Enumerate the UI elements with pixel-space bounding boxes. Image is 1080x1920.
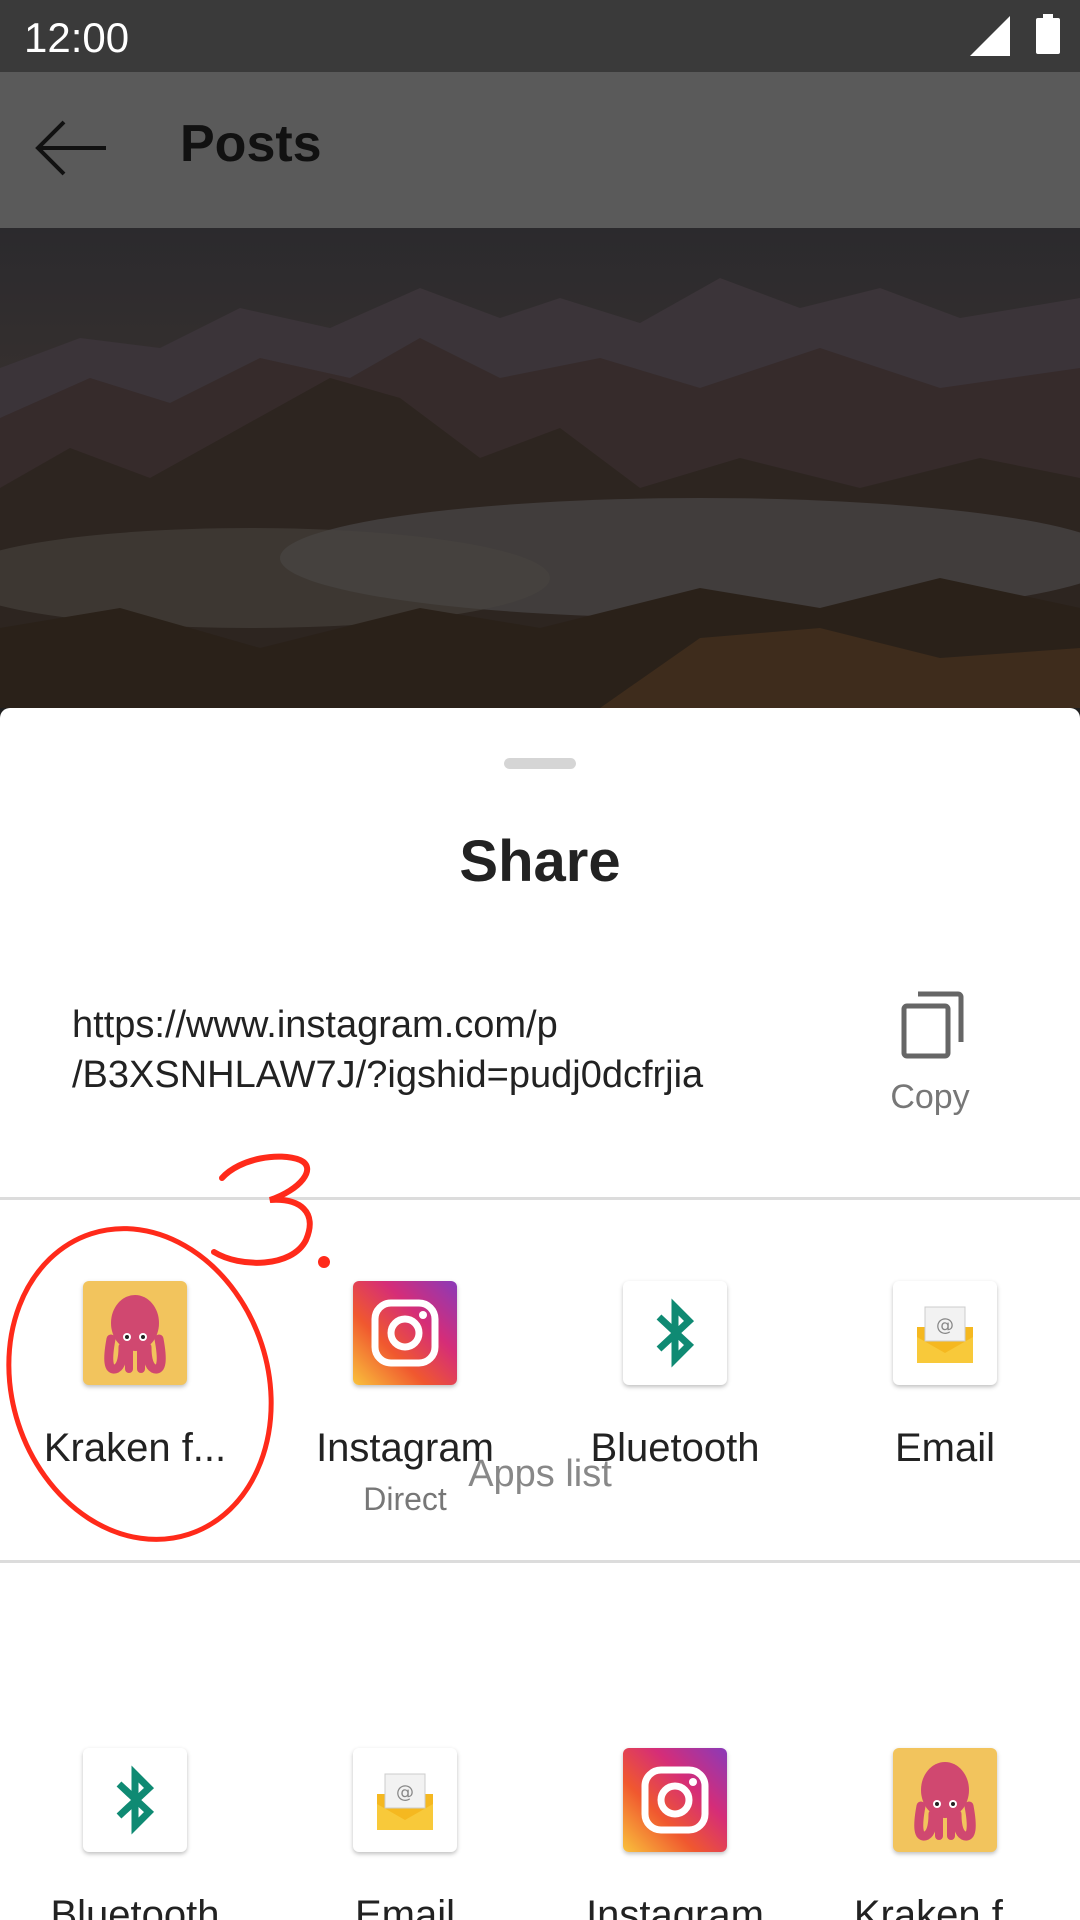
instagram-icon bbox=[353, 1281, 457, 1385]
back-arrow-icon[interactable] bbox=[34, 118, 108, 178]
copy-icon bbox=[901, 991, 964, 1059]
sheet-drag-handle[interactable] bbox=[504, 758, 576, 769]
kraken-icon bbox=[893, 1748, 997, 1852]
bluetooth-icon bbox=[83, 1748, 187, 1852]
divider bbox=[0, 1560, 1080, 1563]
apps-list-label: Bluetooth bbox=[50, 1893, 220, 1920]
apps-list-bluetooth[interactable]: Bluetooth bbox=[25, 1748, 245, 1920]
share-url: https://www.instagram.com/p /B3XSNHLAW7J… bbox=[72, 1000, 812, 1100]
email-icon: @ bbox=[353, 1748, 457, 1852]
copy-button[interactable]: Copy bbox=[880, 978, 980, 1128]
kraken-icon bbox=[83, 1281, 187, 1385]
signal-icon bbox=[970, 16, 1010, 56]
share-url-line2: /B3XSNHLAW7J/?igshid=pudj0dcfrjia bbox=[72, 1054, 704, 1096]
share-title: Share bbox=[459, 829, 621, 894]
battery-icon bbox=[1036, 14, 1060, 54]
mountain-landscape-image bbox=[0, 278, 1080, 708]
page-title: Posts bbox=[180, 115, 322, 173]
apps-list-label: Kraken f... bbox=[853, 1893, 1037, 1920]
svg-text:@: @ bbox=[396, 1782, 414, 1803]
apps-list-instagram[interactable]: Instagram bbox=[565, 1748, 785, 1920]
email-icon: @ bbox=[893, 1281, 997, 1385]
status-time: 12:00 bbox=[24, 14, 130, 61]
status-bar: 12:00 bbox=[0, 0, 1080, 72]
divider bbox=[0, 1197, 1080, 1200]
post-photo bbox=[0, 228, 1080, 708]
apps-list-email[interactable]: @ Email bbox=[295, 1748, 515, 1920]
apps-list-label: Email bbox=[354, 1893, 456, 1920]
apps-list-heading: Apps list bbox=[468, 1453, 612, 1495]
share-url-line1: https://www.instagram.com/p bbox=[72, 1004, 558, 1046]
apps-list-kraken[interactable]: Kraken f... bbox=[835, 1748, 1055, 1920]
share-bottom-sheet: Share https://www.instagram.com/p /B3XSN… bbox=[0, 708, 1080, 1920]
instagram-icon bbox=[623, 1748, 727, 1852]
app-bar: Posts bbox=[0, 72, 1080, 228]
copy-label: Copy bbox=[890, 1078, 970, 1116]
bluetooth-icon bbox=[623, 1281, 727, 1385]
svg-text:@: @ bbox=[936, 1315, 954, 1336]
apps-list-label: Instagram bbox=[586, 1893, 764, 1920]
